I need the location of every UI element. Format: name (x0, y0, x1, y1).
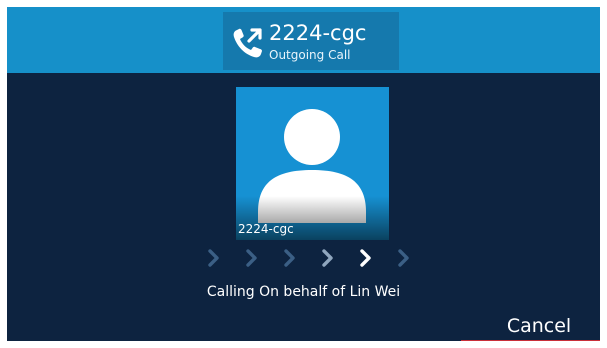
progress-chevron-icon (284, 249, 295, 267)
progress-chevron-icon (322, 249, 333, 267)
progress-chevron-icon (360, 249, 371, 267)
calling-status-text: Calling On behalf of Lin Wei (206, 284, 401, 300)
top-bar: 2224-cgc Outgoing Call (7, 7, 600, 73)
contact-name: 2224-cgc (238, 222, 294, 236)
callee-name: 2224-cgc (269, 21, 367, 45)
call-progress-indicator (207, 248, 417, 270)
outgoing-call-icon (233, 28, 262, 58)
progress-chevron-icon (208, 249, 219, 267)
progress-chevron-icon (246, 249, 257, 267)
call-screen: 2224-cgc Outgoing Call 2224-cgc Calling … (7, 7, 600, 341)
call-header: 2224-cgc Outgoing Call (223, 12, 399, 70)
cancel-softkey-underline (461, 340, 600, 341)
progress-chevron-icon (398, 249, 409, 267)
contact-card: 2224-cgc (236, 87, 389, 240)
cancel-button[interactable]: Cancel (489, 313, 589, 341)
call-status: Outgoing Call (269, 48, 351, 62)
